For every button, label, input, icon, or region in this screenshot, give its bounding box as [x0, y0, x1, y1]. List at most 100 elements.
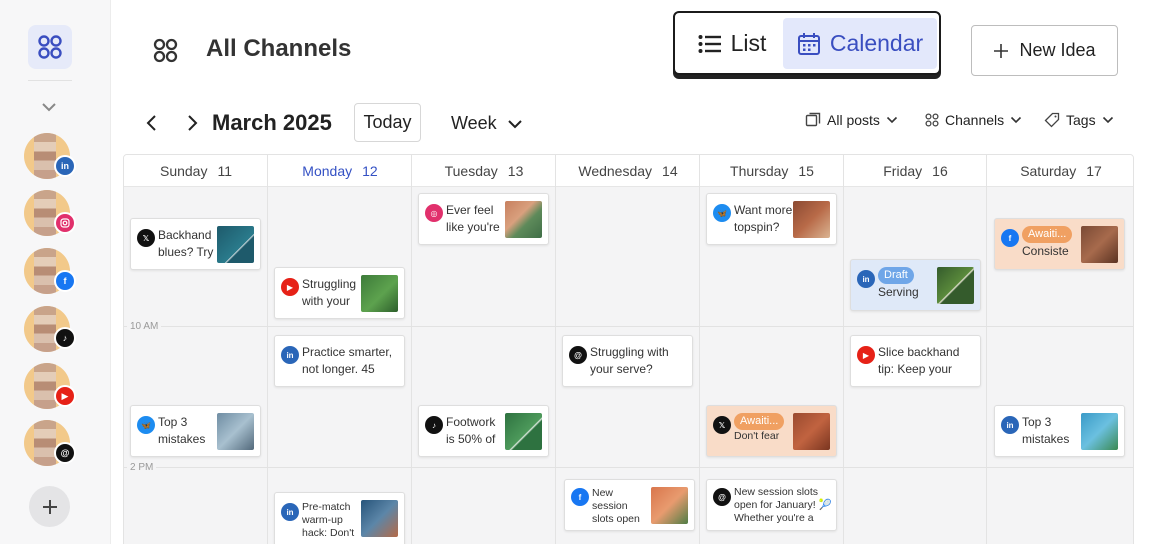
- posts-icon: [805, 112, 821, 127]
- youtube-icon: ▶: [281, 278, 299, 296]
- post-card[interactable]: ▶ Slice backhand tip: Keep your: [850, 335, 981, 387]
- post-card[interactable]: in Top 3 mistakes: [994, 405, 1125, 457]
- post-thumbnail: [361, 275, 398, 312]
- post-card[interactable]: ▶ Struggling with your: [274, 267, 405, 319]
- chevron-down-icon: [1102, 116, 1113, 124]
- post-text: Ever feel like you're: [446, 203, 500, 234]
- day-divider: [555, 155, 556, 544]
- calendar-view-label: Calendar: [829, 30, 924, 56]
- post-text: Top 3 mistakes: [158, 415, 206, 446]
- all-channels-logo-button[interactable]: [28, 25, 72, 69]
- facebook-icon: f: [1001, 229, 1019, 247]
- post-card[interactable]: f New session slots open: [564, 479, 695, 531]
- grid-circles-icon: [38, 35, 62, 59]
- facebook-icon: f: [54, 270, 76, 292]
- instagram-icon: [54, 212, 76, 234]
- linkedin-icon: in: [54, 155, 76, 177]
- post-thumbnail: [361, 500, 398, 537]
- day-header-sunday: Sunday 11: [124, 155, 268, 187]
- day-header-friday: Friday 16: [844, 155, 987, 187]
- post-thumbnail: [651, 487, 688, 524]
- list-view-label: List: [730, 30, 767, 56]
- post-text: Slice backhand tip: Keep your: [878, 345, 960, 376]
- post-thumbnail: [217, 226, 254, 263]
- instagram-icon: ◎: [425, 204, 443, 222]
- day-header-thursday: Thursday 15: [700, 155, 844, 187]
- x-icon: 𝕏: [137, 229, 155, 247]
- plus-icon: [994, 43, 1009, 58]
- previous-week-button[interactable]: [144, 114, 160, 137]
- add-channel-button[interactable]: [29, 486, 70, 527]
- time-label-10am: 10 AM: [127, 321, 162, 332]
- post-text: Want more topspin?: [734, 203, 793, 234]
- tags-label: Tags: [1066, 112, 1096, 128]
- post-text: Pre-match warm-up hack: Don't: [302, 501, 355, 539]
- post-text-line: Serving: [878, 285, 919, 299]
- day-header-monday: Monday 12: [268, 155, 412, 187]
- day-divider: [843, 155, 844, 544]
- grid-circles-icon: [925, 113, 939, 127]
- list-view-button[interactable]: List: [682, 18, 782, 69]
- tiktok-icon: ♪: [54, 327, 76, 349]
- post-card[interactable]: in Pre-match warm-up hack: Don't: [274, 492, 405, 544]
- post-text: Awaiti... Don't fear: [734, 413, 792, 443]
- linkedin-icon: in: [281, 346, 299, 364]
- post-text: Draft Serving: [878, 266, 936, 301]
- today-button[interactable]: Today: [354, 103, 421, 142]
- day-header-wednesday: Wednesday 14: [556, 155, 700, 187]
- post-text: Backhand blues? Try: [158, 228, 214, 259]
- post-text: Struggling with your serve?: [590, 345, 669, 376]
- day-divider: [411, 155, 412, 544]
- list-icon: [698, 34, 721, 53]
- all-channels-icon: [152, 37, 179, 69]
- chevron-left-icon: [146, 115, 156, 131]
- status-badge-awaiting: Awaiti...: [734, 413, 785, 430]
- bluesky-icon: 🦋: [137, 416, 155, 434]
- post-card[interactable]: 𝕏 Awaiti... Don't fear: [706, 405, 837, 457]
- post-text: Struggling with your: [302, 277, 357, 308]
- bluesky-icon: 🦋: [713, 204, 731, 222]
- post-card[interactable]: 𝕏 Backhand blues? Try: [130, 218, 261, 270]
- post-card[interactable]: ♪ Footwork is 50% of: [418, 405, 549, 457]
- post-thumbnail: [937, 267, 974, 304]
- post-text: Awaiti... Consiste: [1022, 225, 1080, 260]
- calendar-view-button[interactable]: Calendar: [783, 18, 937, 69]
- post-card[interactable]: @ New session slots open for January! 🎾 …: [706, 479, 837, 531]
- time-divider: [124, 467, 1133, 468]
- chevron-down-icon: [507, 119, 522, 128]
- day-header-saturday: Saturday 17: [987, 155, 1133, 187]
- day-header-tuesday: Tuesday 13: [412, 155, 556, 187]
- range-select[interactable]: Week: [451, 113, 523, 134]
- post-card[interactable]: in Practice smarter, not longer. 45: [274, 335, 405, 387]
- day-divider: [986, 155, 987, 544]
- post-card[interactable]: in Draft Serving: [850, 259, 981, 311]
- time-label-2pm: 2 PM: [127, 462, 157, 473]
- post-card[interactable]: 🦋 Top 3 mistakes: [130, 405, 261, 457]
- post-card[interactable]: f Awaiti... Consiste: [994, 218, 1125, 270]
- tags-filter[interactable]: Tags: [1044, 112, 1114, 128]
- post-thumbnail: [793, 201, 830, 238]
- channels-filter[interactable]: Channels: [925, 112, 1022, 128]
- current-month: March 2025: [212, 110, 332, 135]
- new-idea-button[interactable]: New Idea: [971, 25, 1118, 76]
- app-root: in f ♪ ▶ @ All Channels List Calendar Ne…: [0, 0, 1150, 544]
- post-text: New session slots open for January! 🎾 Wh…: [734, 486, 832, 524]
- post-thumbnail: [505, 201, 542, 238]
- facebook-icon: f: [571, 488, 589, 506]
- collapse-chevron-button[interactable]: [40, 98, 58, 121]
- threads-icon: @: [54, 442, 76, 464]
- all-posts-filter[interactable]: All posts: [805, 112, 898, 128]
- post-text-line: Consiste: [1022, 244, 1069, 258]
- post-card[interactable]: @ Struggling with your serve?: [562, 335, 693, 387]
- linkedin-icon: in: [281, 503, 299, 521]
- calendar-icon: [797, 32, 820, 55]
- page-title: All Channels: [206, 35, 352, 62]
- next-week-button[interactable]: [184, 114, 200, 137]
- post-card[interactable]: ◎ Ever feel like you're: [418, 193, 549, 245]
- post-text: Practice smarter, not longer. 45: [302, 345, 393, 376]
- x-icon: 𝕏: [713, 416, 731, 434]
- status-badge-awaiting: Awaiti...: [1022, 226, 1073, 243]
- post-card[interactable]: 🦋 Want more topspin?: [706, 193, 837, 245]
- linkedin-icon: in: [1001, 416, 1019, 434]
- youtube-icon: ▶: [857, 346, 875, 364]
